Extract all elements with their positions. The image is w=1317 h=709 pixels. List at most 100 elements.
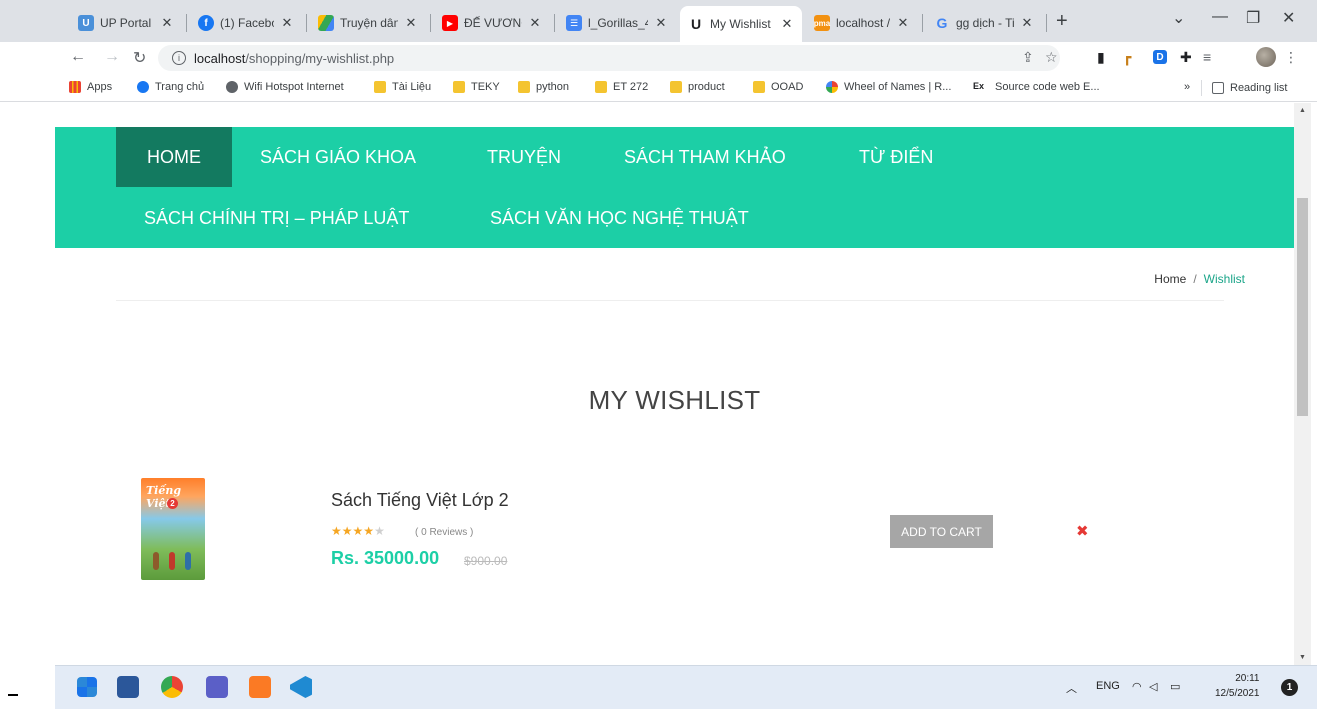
scroll-thumb[interactable] <box>1297 198 1308 416</box>
bookmark-python[interactable]: python <box>518 81 569 93</box>
extension-hammer-icon[interactable]: ┏ <box>1123 49 1131 66</box>
tab-divider <box>306 14 307 32</box>
site-info-icon[interactable]: i <box>172 51 186 65</box>
tab-divider <box>186 14 187 32</box>
extension-d-icon[interactable]: D <box>1153 50 1167 64</box>
facebook-icon: f <box>198 15 214 31</box>
remove-item-icon[interactable]: ✖ <box>1076 522 1089 540</box>
reading-list[interactable]: Reading list <box>1201 80 1287 96</box>
bookmark-source-code[interactable]: Ex Source code web E... <box>973 81 1100 93</box>
address-bar[interactable]: i localhost/shopping/my-wishlist.php <box>158 45 1060 71</box>
bookmark-trang-chu[interactable]: Trang chủ <box>137 81 204 93</box>
nav-tu-dien[interactable]: TỪ ĐIỂN <box>859 147 933 168</box>
word-icon[interactable] <box>117 676 139 698</box>
wifi-icon[interactable]: ◠ <box>1132 680 1142 693</box>
profile-avatar[interactable] <box>1256 47 1276 67</box>
close-tab-icon[interactable]: ✕ <box>404 15 418 31</box>
cover-grade: 2 <box>167 498 178 509</box>
url-host: localhost <box>194 50 246 66</box>
phpmyadmin-icon: pma <box>814 15 830 31</box>
menu-kebab-icon[interactable]: ⋮ <box>1284 49 1298 66</box>
extension-dark-icon[interactable]: ▮ <box>1097 49 1105 66</box>
product-name[interactable]: Sách Tiếng Việt Lớp 2 <box>331 490 509 511</box>
battery-icon[interactable]: ▭ <box>1170 680 1180 693</box>
google-docs-icon: ☰ <box>566 15 582 31</box>
bookmark-star-icon[interactable]: ☆ <box>1045 49 1058 66</box>
tab-divider <box>430 14 431 32</box>
nav-sach-van-hoc-nghe-thuat[interactable]: SÁCH VĂN HỌC NGHỆ THUẬT <box>490 208 749 229</box>
scroll-up-arrow-icon[interactable]: ▲ <box>1294 107 1311 114</box>
nav-sach-chinh-tri-phap-luat[interactable]: SÁCH CHÍNH TRỊ – PHÁP LUẬT <box>144 208 409 229</box>
product-price: Rs. 35000.00 <box>331 548 440 568</box>
add-to-cart-button[interactable]: ADD TO CART <box>890 515 993 548</box>
close-tab-icon[interactable]: ✕ <box>896 15 910 31</box>
bookmark-wifi-hotspot[interactable]: Wifi Hotspot Internet <box>226 81 344 93</box>
tab-phpmyadmin[interactable]: pma localhost / ✕ <box>806 8 918 38</box>
restore-icon[interactable]: ❐ <box>1246 8 1260 28</box>
nav-truyen[interactable]: TRUYỆN <box>487 147 561 168</box>
nav-sach-giao-khoa[interactable]: SÁCH GIÁO KHOA <box>260 147 416 168</box>
notification-badge[interactable]: 1 <box>1281 679 1298 696</box>
bookmark-ooad[interactable]: OOAD <box>753 81 803 93</box>
tab-gg-dich[interactable]: G gg dịch - Ti ✕ <box>926 8 1042 38</box>
teams-icon[interactable] <box>206 676 228 698</box>
close-tab-icon[interactable]: ✕ <box>1020 15 1034 31</box>
system-clock[interactable]: 20:11 12/5/2021 <box>1215 671 1260 701</box>
bookmarks-overflow[interactable]: » <box>1184 81 1190 93</box>
xampp-icon[interactable] <box>249 676 271 698</box>
tab-search-chevron-icon[interactable]: ⌄ <box>1172 8 1185 28</box>
star-filled-icon: ★ <box>341 524 353 538</box>
media-queue-icon[interactable]: ≡ <box>1203 49 1211 65</box>
bookmark-wheel-of-names[interactable]: Wheel of Names | R... <box>826 81 951 93</box>
forward-arrow-icon[interactable]: → <box>104 48 120 66</box>
browser-toolbar: ← → ↻ i localhost/shopping/my-wishlist.p… <box>0 42 1317 74</box>
tray-chevron-up-icon[interactable]: ︿ <box>1066 680 1077 696</box>
chrome-icon[interactable] <box>161 676 183 698</box>
minimize-icon[interactable]: — <box>1212 8 1228 26</box>
nav-home[interactable]: HOME <box>116 127 232 187</box>
divider <box>116 300 1224 301</box>
breadcrumb-home[interactable]: Home <box>1154 272 1186 286</box>
reading-list-icon <box>1212 82 1224 94</box>
bookmark-label: OOAD <box>771 81 804 93</box>
tab-facebook[interactable]: f (1) Faceboo ✕ <box>190 8 302 38</box>
bookmark-label: Wheel of Names | R... <box>844 81 952 93</box>
bookmark-label: TEKY <box>471 81 500 93</box>
bookmark-apps[interactable]: Apps <box>69 81 112 93</box>
close-window-icon[interactable]: ✕ <box>1282 8 1295 28</box>
scroll-down-arrow-icon[interactable]: ▼ <box>1294 654 1311 661</box>
page-scrollbar[interactable]: ▲ ▼ <box>1294 103 1311 665</box>
back-arrow-icon[interactable]: ← <box>70 48 86 66</box>
close-tab-icon[interactable]: ✕ <box>160 15 174 31</box>
page-viewport: HOME SÁCH GIÁO KHOA TRUYỆN SÁCH THAM KHẢ… <box>0 103 1317 665</box>
product-image[interactable]: Tiếng Việt 2 <box>141 478 205 580</box>
new-tab-plus-icon[interactable]: + <box>1056 10 1068 33</box>
input-language[interactable]: ENG <box>1096 680 1120 692</box>
tab-truyen-dan[interactable]: Truyện dân ✕ <box>310 8 426 38</box>
reload-icon[interactable]: ↻ <box>133 48 146 68</box>
close-tab-icon[interactable]: ✕ <box>780 16 794 32</box>
facebook-icon <box>137 81 149 93</box>
tab-de-vuong[interactable]: ▶ ĐẾ VƯƠNG ✕ <box>434 8 550 38</box>
extensions-puzzle-icon[interactable]: ✚ <box>1180 49 1192 66</box>
tab-my-wishlist[interactable]: U My Wishlist ✕ <box>680 6 802 42</box>
cover-figure <box>185 552 191 570</box>
bookmark-teky[interactable]: TEKY <box>453 81 500 93</box>
bookmark-label: python <box>536 81 570 93</box>
bookmark-product[interactable]: product <box>670 81 725 93</box>
tab-title: localhost / <box>836 16 890 30</box>
bookmark-tai-lieu[interactable]: Tài Liệu <box>374 81 431 93</box>
close-tab-icon[interactable]: ✕ <box>528 15 542 31</box>
close-tab-icon[interactable]: ✕ <box>654 15 668 31</box>
volume-icon[interactable]: ◁ <box>1149 680 1157 693</box>
tab-gorillas-doc[interactable]: ☰ l_Gorillas_4 ✕ <box>558 8 676 38</box>
windows-start-icon[interactable] <box>77 677 97 697</box>
bookmark-et272[interactable]: ET 272 <box>595 81 648 93</box>
folder-icon <box>453 81 465 93</box>
share-icon[interactable]: ⇪ <box>1022 49 1034 66</box>
tab-up-portal[interactable]: U UP Portal :: ✕ <box>70 8 182 38</box>
nav-sach-tham-khao[interactable]: SÁCH THAM KHẢO <box>624 147 786 168</box>
folder-icon <box>753 81 765 93</box>
close-tab-icon[interactable]: ✕ <box>280 15 294 31</box>
vscode-icon[interactable] <box>290 676 312 698</box>
